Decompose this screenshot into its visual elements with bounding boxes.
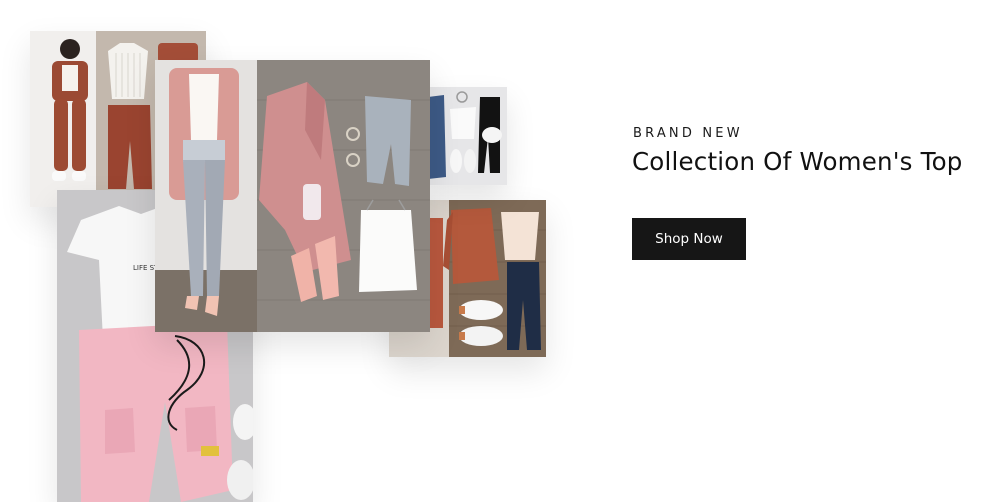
promo-headline: Collection Of Women's Top (632, 147, 963, 176)
hero-banner: LIFE STY BRAND NEW Collection Of Women's… (0, 0, 1000, 502)
shop-now-button[interactable]: Shop Now (632, 218, 746, 260)
eyebrow-label: BRAND NEW (633, 126, 743, 141)
denim-sneakers-flatlay-photo (428, 87, 507, 185)
promo-block: BRAND NEW Collection Of Women's Top Shop… (632, 126, 992, 260)
pink-blazer-outfit-photo (155, 60, 430, 332)
